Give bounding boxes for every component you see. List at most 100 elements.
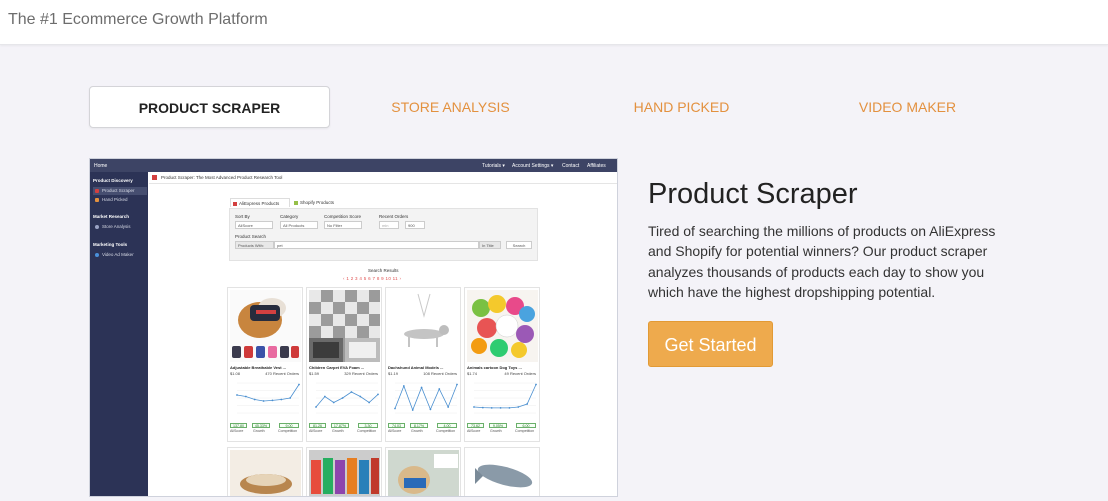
aliscore-value: 74.03 (388, 423, 405, 428)
sidebar-item-store-analysis: Store Analysis (93, 223, 147, 231)
trend-point (447, 406, 450, 408)
growth-label: Growth (332, 429, 344, 433)
category-select: All Products (280, 221, 318, 229)
product-orders: 470 Recent Orders (265, 371, 299, 376)
product-image (230, 290, 301, 362)
competition-label: Competition (357, 429, 377, 433)
product-stats: 137.80 45.33% 9.00 AliScore Growth Compe… (230, 423, 302, 433)
product-image (467, 290, 538, 362)
product-title-heading: Product Scraper (648, 178, 858, 210)
product-title: Adjustable Breathable Vest ... (230, 365, 287, 370)
tab-video-maker[interactable]: VIDEO MAKER (787, 86, 1028, 128)
sidebar-section-market: Market Research (93, 214, 130, 219)
trend-point (271, 399, 274, 402)
tab-store-analysis[interactable]: STORE ANALYSIS (330, 86, 571, 128)
nav-tutorials: Tutorials ▾ (482, 163, 505, 169)
sidebar-item-label: Video Ad Maker (102, 252, 134, 257)
search-results-label: Search Results (368, 268, 399, 273)
video-icon (95, 253, 99, 257)
product-image (388, 290, 459, 362)
trend-point (394, 407, 396, 410)
trend-point (236, 394, 238, 396)
competition-select: No Filter (324, 221, 362, 229)
product-price: $1.19 (388, 371, 399, 376)
product-card: Children Carpet EVA Foam ... $1.59 329 R… (306, 287, 382, 442)
store-icon (95, 225, 99, 229)
tab-label: AliExpress Products (239, 201, 280, 206)
aliscore-value: 81.26 (309, 423, 326, 428)
aliscore-label: AliScore (309, 429, 323, 433)
aliscore-label: AliScore (388, 429, 402, 433)
trend-point (377, 393, 379, 396)
product-card: Dachshund Animal Models ... $1.19 108 Re… (385, 287, 461, 442)
trend-point (420, 386, 423, 389)
aliscore-label: AliScore (467, 429, 481, 433)
tab-aliexpress: AliExpress Products (230, 198, 290, 207)
feature-tabs: PRODUCT SCRAPER STORE ANALYSIS HAND PICK… (89, 86, 1029, 128)
trend-point (490, 407, 493, 409)
competition-label: Competition Score (324, 214, 362, 219)
product-stats: 74.03 8.17% 4.00 AliScore Growth Competi… (388, 423, 460, 433)
trend-point (350, 391, 353, 393)
product-orders: 329 Recent Orders (344, 371, 378, 376)
get-started-button[interactable]: Get Started (648, 321, 773, 367)
shopify-icon (294, 200, 298, 205)
trend-point (341, 397, 344, 399)
sidebar-section-marketing: Marketing Tools (93, 242, 128, 247)
trend-point (473, 406, 475, 408)
product-card (385, 447, 461, 496)
trend-point (535, 383, 537, 386)
competition-value: 6.00 (516, 423, 536, 428)
product-search-label: Product Search (235, 234, 267, 239)
orders-min-input: min (379, 221, 399, 229)
trend-point (456, 383, 458, 386)
app-page-header: Product Scraper: The Most Advanced Produ… (149, 172, 617, 184)
app-navbar: Home Tutorials ▾ Account Settings ▾ Cont… (90, 159, 617, 172)
tab-hand-picked[interactable]: HAND PICKED (561, 86, 802, 128)
trend-point (526, 403, 529, 405)
competition-label: Competition (278, 429, 298, 433)
trend-line (315, 391, 379, 408)
trend-chart (394, 382, 458, 414)
trend-chart (473, 382, 537, 414)
aliscore-value: 73.62 (467, 423, 484, 428)
product-orders: 108 Recent Orders (423, 371, 457, 376)
tab-product-scraper[interactable]: PRODUCT SCRAPER (89, 86, 330, 128)
sidebar-item-label: Product Scraper (102, 188, 135, 193)
app-sidebar: Product Discovery Product Scraper Hand P… (90, 172, 148, 496)
competition-value: 4.00 (437, 423, 457, 428)
competition-label: Competition (515, 429, 535, 433)
product-card (306, 447, 382, 496)
trend-point (323, 395, 326, 398)
orders-label: Recent Orders (379, 214, 409, 219)
trend-point (438, 388, 441, 390)
competition-value: 9.00 (279, 423, 299, 428)
trend-point (298, 383, 300, 386)
trend-point (481, 406, 484, 409)
product-description: Tired of searching the millions of produ… (648, 223, 996, 301)
trend-point (402, 385, 405, 387)
sidebar-item-product-scraper: Product Scraper (93, 187, 147, 195)
product-search-input: pet (274, 241, 479, 249)
pagination: ‹ 1 2 3 4 5 6 7 8 9 10 11 › (343, 276, 402, 281)
in-title-addon: In Title (479, 241, 501, 249)
app-page-title: Product Scraper: The Most Advanced Produ… (161, 175, 283, 180)
growth-value: 45.33% (252, 423, 270, 428)
growth-value: 17.87% (331, 423, 349, 428)
product-orders: 49 Recent Orders (504, 371, 536, 376)
tagline: The #1 Ecommerce Growth Platform (8, 11, 268, 28)
trend-point (411, 409, 414, 411)
trend-point (368, 401, 371, 404)
sidebar-item-label: Store Analysis (102, 224, 131, 229)
product-title: Children Carpet EVA Foam ... (309, 365, 365, 370)
nav-affiliates: Affiliates (587, 163, 606, 169)
scraper-icon (95, 189, 99, 193)
product-card: Animals cartoon Dog Toys ... $1.74 49 Re… (464, 287, 540, 442)
aliscore-value: 137.80 (230, 423, 247, 428)
competition-value: 3.30 (358, 423, 378, 428)
aliexpress-icon (233, 201, 237, 206)
sort-label: Sort By (235, 214, 250, 219)
trend-point (517, 406, 520, 408)
sidebar-item-hand-picked: Hand Picked (93, 196, 147, 204)
trend-point (244, 395, 247, 398)
